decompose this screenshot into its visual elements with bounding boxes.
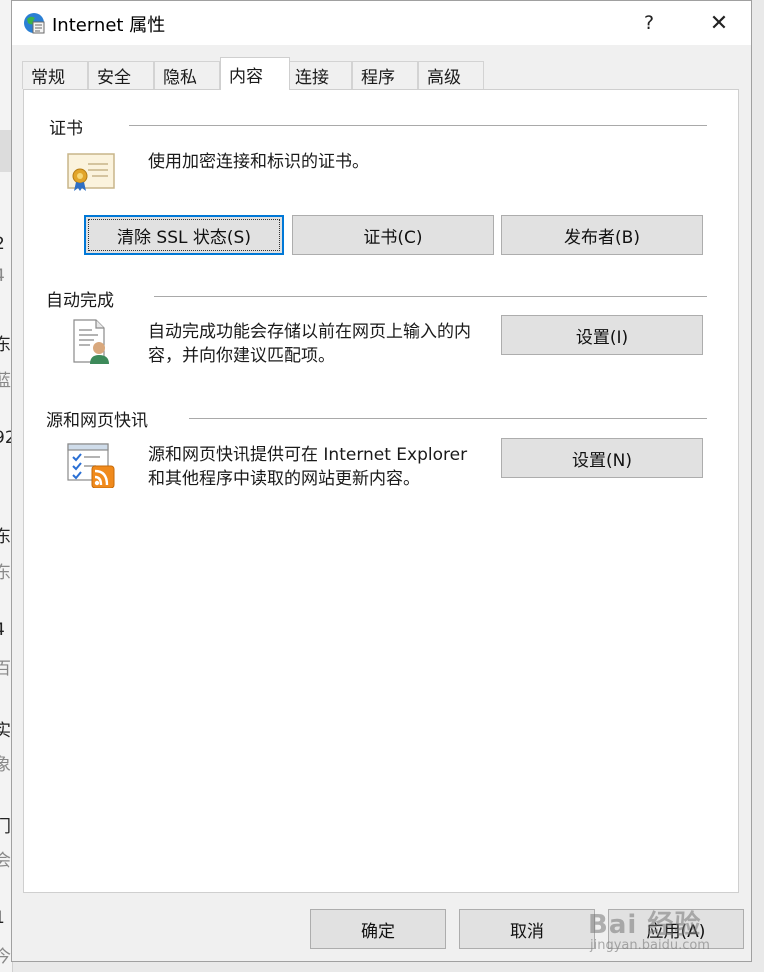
close-icon: ✕ xyxy=(709,10,729,36)
cancel-button[interactable]: 取消 xyxy=(459,909,595,949)
help-button[interactable]: ? xyxy=(622,1,676,45)
content-tab-panel: 证书 使用加密连接和标识的证书。 清除 SSL 状态(S) 证书(C) 发布者(… xyxy=(23,89,739,893)
feeds-settings-button[interactable]: 设置(N) xyxy=(501,438,703,478)
baidu-jingyan-watermark: Bai 经验 jingyan.baidu.com xyxy=(588,900,738,960)
watermark-main-text: Bai 经验 xyxy=(588,910,702,940)
internet-options-dialog: Internet 属性 ? ✕ 常规 安全 隐私 内容 连接 程序 高级 证书 xyxy=(11,0,752,962)
button-label: 证书(C) xyxy=(363,227,423,248)
autocomplete-description-line2: 容，并向你建议匹配项。 xyxy=(148,346,335,366)
bg-fragment: 会 xyxy=(0,851,11,871)
certificates-button[interactable]: 证书(C) xyxy=(292,215,494,255)
bg-fragment: 4 xyxy=(0,266,5,286)
certificates-section-title: 证书 xyxy=(49,119,83,139)
tab-label: 安全 xyxy=(97,68,131,88)
title-bar[interactable]: Internet 属性 ? ✕ xyxy=(12,1,751,45)
feeds-divider xyxy=(189,418,707,419)
bg-fragment: 今 xyxy=(0,947,11,967)
watermark-sub-text: jingyan.baidu.com xyxy=(590,938,710,953)
bg-fragment: 东 xyxy=(0,527,11,547)
internet-globe-icon xyxy=(24,13,45,34)
button-label: 取消 xyxy=(510,921,544,942)
autocomplete-divider xyxy=(154,296,707,297)
ok-button[interactable]: 确定 xyxy=(310,909,446,949)
button-label: 清除 SSL 状态(S) xyxy=(117,227,251,248)
feeds-section-title: 源和网页快讯 xyxy=(46,411,148,431)
bg-fragment: 百 xyxy=(0,659,11,679)
feeds-description-line1: 源和网页快讯提供可在 Internet Explorer xyxy=(148,445,468,465)
tab-privacy[interactable]: 隐私 xyxy=(154,61,220,89)
bg-fragment: 门 xyxy=(0,817,11,837)
close-button[interactable]: ✕ xyxy=(692,1,746,45)
tab-security[interactable]: 安全 xyxy=(88,61,154,89)
autocomplete-section-title: 自动完成 xyxy=(46,291,114,311)
tab-label: 内容 xyxy=(229,66,263,87)
bg-fragment: ： xyxy=(0,462,11,487)
autocomplete-settings-button[interactable]: 设置(I) xyxy=(501,315,703,355)
window-title: Internet 属性 xyxy=(52,15,166,36)
button-label: 设置(I) xyxy=(575,327,629,348)
certificates-description: 使用加密连接和标识的证书。 xyxy=(148,152,369,172)
autocomplete-user-icon xyxy=(73,319,109,364)
tab-general[interactable]: 常规 xyxy=(22,61,88,89)
tab-label: 程序 xyxy=(361,68,395,88)
bg-fragment: 蓝 xyxy=(0,371,11,391)
feeds-rss-icon xyxy=(67,443,115,488)
bg-fragment: 2 xyxy=(0,234,5,254)
tab-label: 连接 xyxy=(295,68,329,88)
tab-label: 高级 xyxy=(427,68,461,88)
publishers-button[interactable]: 发布者(B) xyxy=(501,215,703,255)
help-icon: ? xyxy=(643,12,655,34)
tab-connections[interactable]: 连接 xyxy=(286,61,352,89)
certificates-divider xyxy=(129,125,707,126)
bg-fragment: 1 xyxy=(0,908,5,928)
bg-fragment: 东 xyxy=(0,335,11,355)
bg-fragment: 东 xyxy=(0,563,11,583)
tab-content[interactable]: 内容 xyxy=(220,57,290,90)
tab-label: 常规 xyxy=(31,68,65,88)
bg-fragment: 象 xyxy=(0,755,11,775)
certificate-icon xyxy=(67,153,115,191)
clear-ssl-state-button[interactable]: 清除 SSL 状态(S) xyxy=(84,215,284,255)
tab-label: 隐私 xyxy=(163,68,197,88)
feeds-description-line2: 和其他程序中读取的网站更新内容。 xyxy=(148,469,420,489)
button-label: 设置(N) xyxy=(572,450,632,471)
button-label: 发布者(B) xyxy=(564,227,640,248)
tab-programs[interactable]: 程序 xyxy=(352,61,418,89)
bg-fragment: 4 xyxy=(0,620,5,640)
tab-advanced[interactable]: 高级 xyxy=(418,61,484,89)
autocomplete-description-line1: 自动完成功能会存储以前在网页上输入的内 xyxy=(148,322,471,342)
bg-fragment: 实 xyxy=(0,721,11,741)
button-label: 确定 xyxy=(361,921,395,942)
